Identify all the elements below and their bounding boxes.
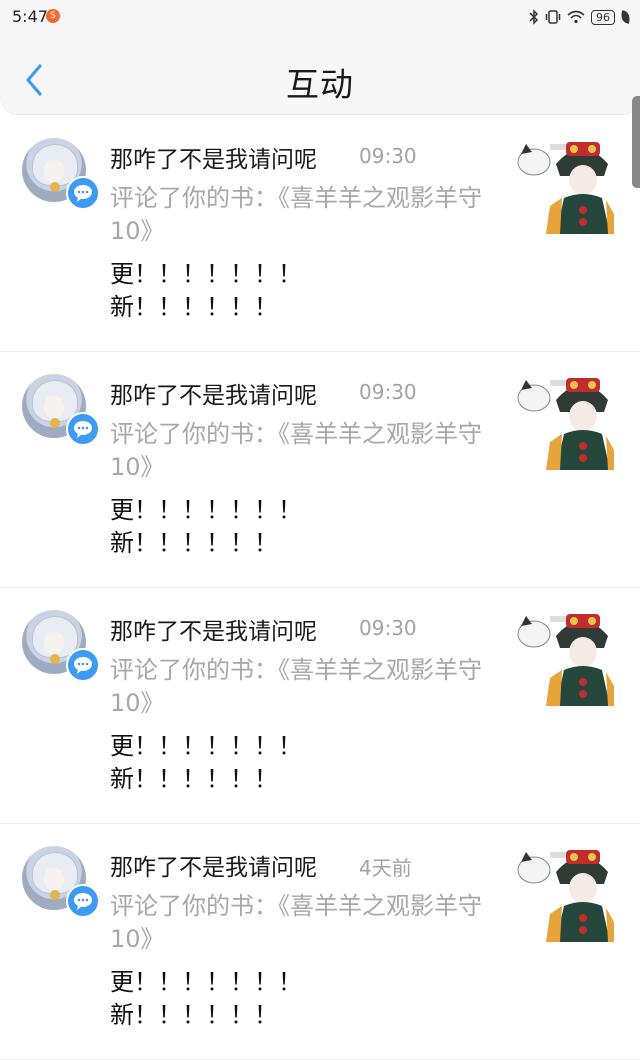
app-notification-icon: S xyxy=(46,9,60,23)
book-cover-thumbnail[interactable] xyxy=(516,844,616,944)
bluetooth-icon xyxy=(529,9,539,25)
comment-text[interactable]: 更！！！！！！！ 新！！！！！！ xyxy=(110,730,410,796)
vibrate-icon xyxy=(545,10,561,24)
action-text[interactable]: 评论了你的书：《喜羊羊之观影羊守10》 xyxy=(110,654,490,720)
notification-item[interactable]: 那咋了不是我请问呢 09:30 评论了你的书：《喜羊羊之观影羊守10》 更！！！… xyxy=(0,588,640,824)
timestamp: 4天前 xyxy=(359,856,412,880)
book-cover-thumbnail[interactable] xyxy=(516,136,616,236)
notification-list: 那咋了不是我请问呢 09:30 评论了你的书：《喜羊羊之观影羊守10》 更！！！… xyxy=(0,116,640,1060)
battery-icon: 96 xyxy=(591,9,615,25)
leaf-icon xyxy=(620,10,631,24)
wifi-icon xyxy=(567,10,585,24)
comment-bubble-icon xyxy=(66,412,100,446)
comment-text[interactable]: 更！！！！！！！ 新！！！！！！ xyxy=(110,966,410,1032)
notification-item[interactable]: 那咋了不是我请问呢 4天前 评论了你的书：《喜羊羊之观影羊守10》 更！！！！！… xyxy=(0,824,640,1060)
notification-item[interactable]: 那咋了不是我请问呢 09:30 评论了你的书：《喜羊羊之观影羊守10》 更！！！… xyxy=(0,116,640,352)
comment-text[interactable]: 更！！！！！！！ 新！！！！！！ xyxy=(110,258,410,324)
timestamp: 09:30 xyxy=(359,616,417,640)
action-text[interactable]: 评论了你的书：《喜羊羊之观影羊守10》 xyxy=(110,182,490,248)
book-cover-thumbnail[interactable] xyxy=(516,608,616,708)
action-text[interactable]: 评论了你的书：《喜羊羊之观影羊守10》 xyxy=(110,890,490,956)
timestamp: 09:30 xyxy=(359,380,417,404)
user-name[interactable]: 那咋了不是我请问呢 xyxy=(110,140,317,174)
timestamp: 09:30 xyxy=(359,144,417,168)
comment-bubble-icon xyxy=(66,884,100,918)
user-name[interactable]: 那咋了不是我请问呢 xyxy=(110,376,317,410)
status-time: 5:47 xyxy=(12,7,48,26)
book-cover-thumbnail[interactable] xyxy=(516,372,616,472)
comment-bubble-icon xyxy=(66,176,100,210)
action-text[interactable]: 评论了你的书：《喜羊羊之观影羊守10》 xyxy=(110,418,490,484)
status-bar: 5:47 S 96 xyxy=(0,0,640,34)
header: 互动 xyxy=(0,34,640,115)
notification-item[interactable]: 那咋了不是我请问呢 09:30 评论了你的书：《喜羊羊之观影羊守10》 更！！！… xyxy=(0,352,640,588)
page-title: 互动 xyxy=(286,65,354,104)
user-name[interactable]: 那咋了不是我请问呢 xyxy=(110,612,317,646)
comment-text[interactable]: 更！！！！！！！ 新！！！！！！ xyxy=(110,494,410,560)
user-name[interactable]: 那咋了不是我请问呢 xyxy=(110,848,317,882)
status-icons: 96 xyxy=(529,7,631,27)
comment-bubble-icon xyxy=(66,648,100,682)
